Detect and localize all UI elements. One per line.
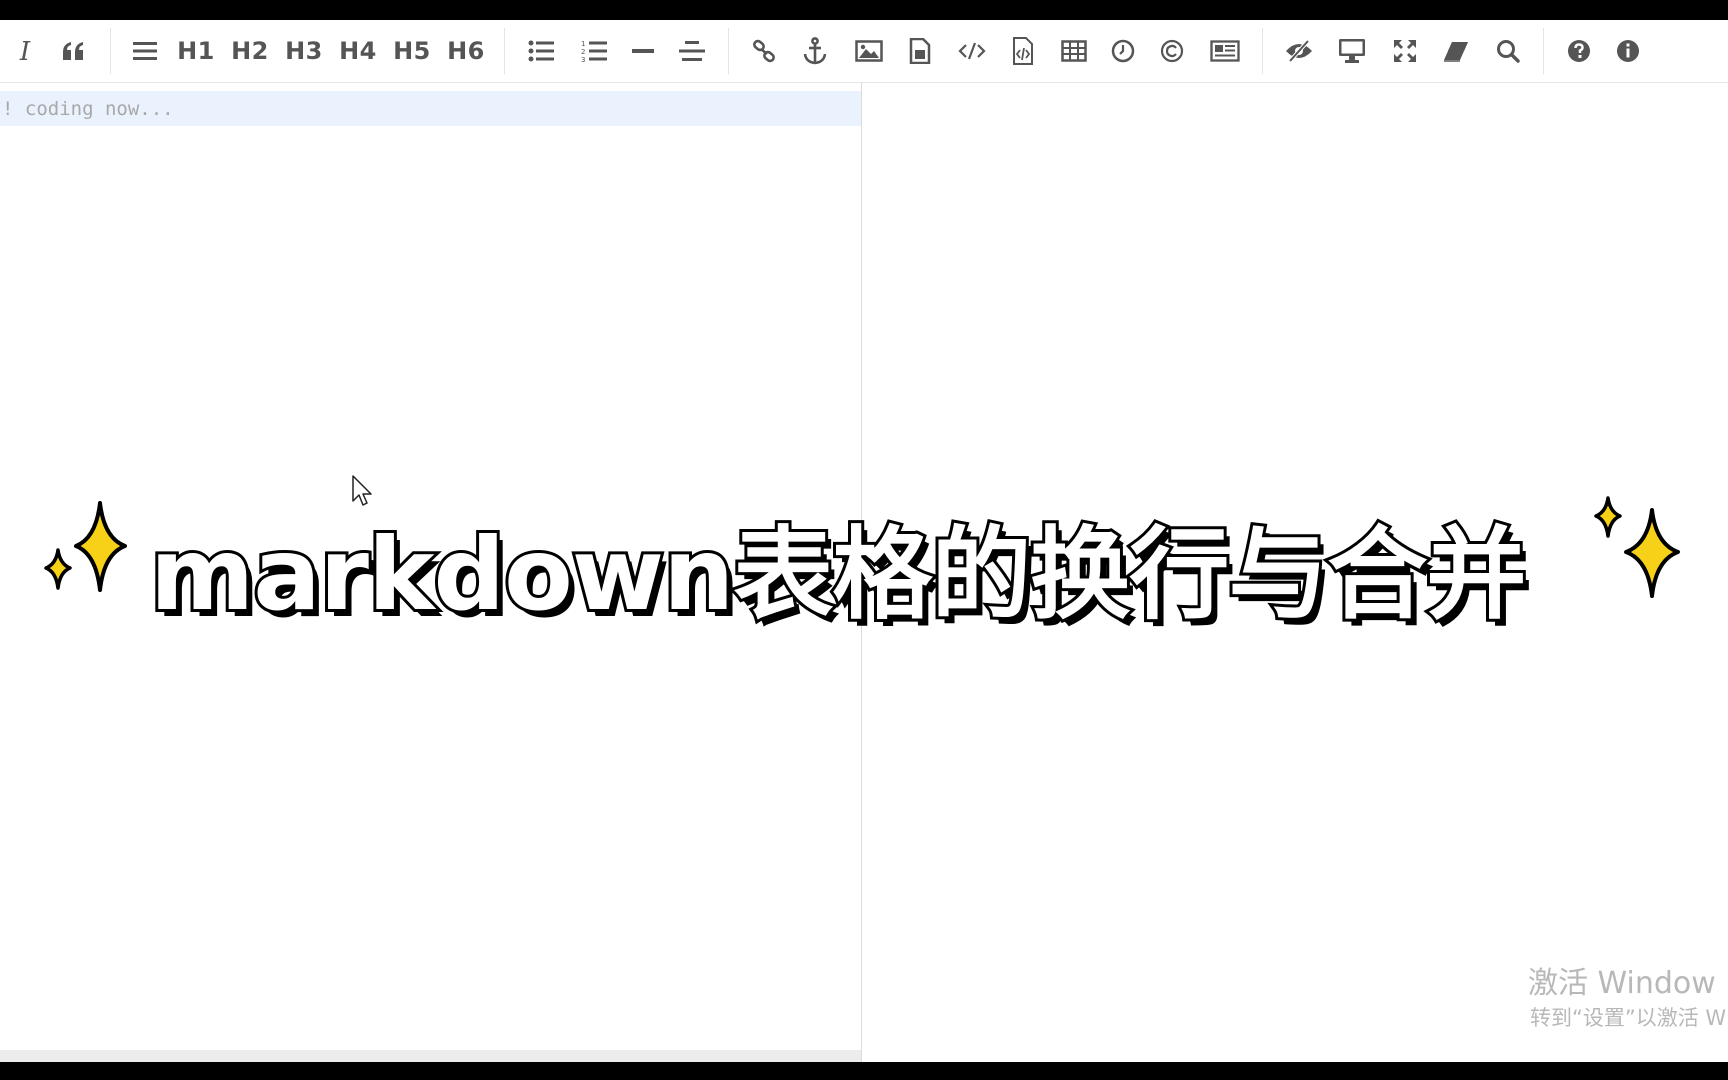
heading-3-button[interactable]: H3 [284, 20, 324, 82]
editor-line-text: ! coding now... [2, 98, 174, 120]
minus-icon [632, 49, 654, 53]
search-button[interactable] [1489, 20, 1527, 82]
page-break-button[interactable] [673, 20, 711, 82]
table-button[interactable] [1055, 20, 1093, 82]
title-banner: markdown表格的换行与合并 [147, 490, 1590, 640]
anchor-button[interactable] [796, 20, 834, 82]
align-button[interactable] [126, 20, 164, 82]
svg-text:2: 2 [581, 48, 585, 56]
list-ol-icon: 1 2 3 [581, 40, 607, 63]
pagebreak-button[interactable] [1206, 20, 1244, 82]
expand-icon [1394, 40, 1416, 62]
info-button[interactable] [1609, 20, 1647, 82]
quote-button[interactable] [55, 20, 93, 82]
sparkle-left-icon [44, 501, 127, 592]
code-file-button[interactable] [901, 20, 939, 82]
help-button[interactable] [1560, 20, 1598, 82]
heading-2-button[interactable]: H2 [230, 20, 270, 82]
italic-icon: I [19, 38, 31, 64]
heading-4-button[interactable]: H4 [338, 20, 378, 82]
copyright-icon [1160, 39, 1184, 63]
heading-5-label: H5 [393, 37, 431, 65]
file-code-icon [1013, 37, 1033, 65]
heading-1-label: H1 [177, 37, 215, 65]
eye-slash-icon [1286, 39, 1312, 63]
clock-icon [1111, 39, 1135, 63]
image-icon [855, 40, 883, 62]
question-circle-icon [1568, 40, 1590, 62]
preview-button[interactable] [1333, 20, 1371, 82]
list-ul-icon [528, 40, 554, 62]
activation-watermark-subtitle: 转到“设置”以激活 W [1530, 1006, 1727, 1030]
app-window: I H1 H2 H3 H4 H5 H6 1 2 3 ! coding now..… [0, 20, 1728, 1062]
table-icon [1061, 40, 1087, 62]
quote-icon [63, 42, 83, 60]
code-icon [958, 42, 986, 60]
clear-button[interactable] [1437, 20, 1475, 82]
file-image-icon [909, 38, 931, 64]
fullscreen-button[interactable] [1386, 20, 1424, 82]
heading-4-label: H4 [339, 37, 377, 65]
heading-2-label: H2 [231, 37, 269, 65]
info-circle-icon [1617, 40, 1639, 62]
activation-watermark-title: 激活 Window [1528, 966, 1716, 1001]
anchor-icon [803, 37, 827, 65]
heading-1-button[interactable]: H1 [176, 20, 216, 82]
horizontal-scrollbar[interactable] [0, 1050, 861, 1062]
strikethrough-icon [679, 41, 705, 61]
watch-toggle-button[interactable] [1280, 20, 1318, 82]
title-text: markdown表格的换行与合并 [147, 513, 1529, 636]
newspaper-icon [1210, 40, 1240, 62]
search-icon [1497, 40, 1520, 63]
image-button[interactable] [850, 20, 888, 82]
link-icon [753, 39, 775, 63]
align-justify-icon [133, 42, 157, 60]
inline-code-button[interactable] [953, 20, 991, 82]
svg-text:I: I [19, 38, 31, 64]
code-block-button[interactable] [1004, 20, 1042, 82]
heading-6-button[interactable]: H6 [446, 20, 486, 82]
editor-toolbar: I H1 H2 H3 H4 H5 H6 1 2 3 [0, 20, 1728, 83]
link-button[interactable] [745, 20, 783, 82]
sparkle-right-icon [1594, 496, 1680, 598]
html-entities-button[interactable] [1153, 20, 1191, 82]
active-line[interactable]: ! coding now... [0, 91, 861, 126]
svg-text:1: 1 [581, 40, 585, 48]
heading-6-label: H6 [447, 37, 485, 65]
heading-3-label: H3 [285, 37, 323, 65]
heading-5-button[interactable]: H5 [392, 20, 432, 82]
unordered-list-button[interactable] [522, 20, 560, 82]
horizontal-rule-button[interactable] [624, 20, 662, 82]
italic-button[interactable]: I [6, 20, 44, 82]
svg-text:3: 3 [581, 56, 585, 63]
datetime-button[interactable] [1104, 20, 1142, 82]
ordered-list-button[interactable]: 1 2 3 [575, 20, 613, 82]
desktop-icon [1339, 39, 1365, 63]
eraser-icon [1444, 42, 1468, 62]
